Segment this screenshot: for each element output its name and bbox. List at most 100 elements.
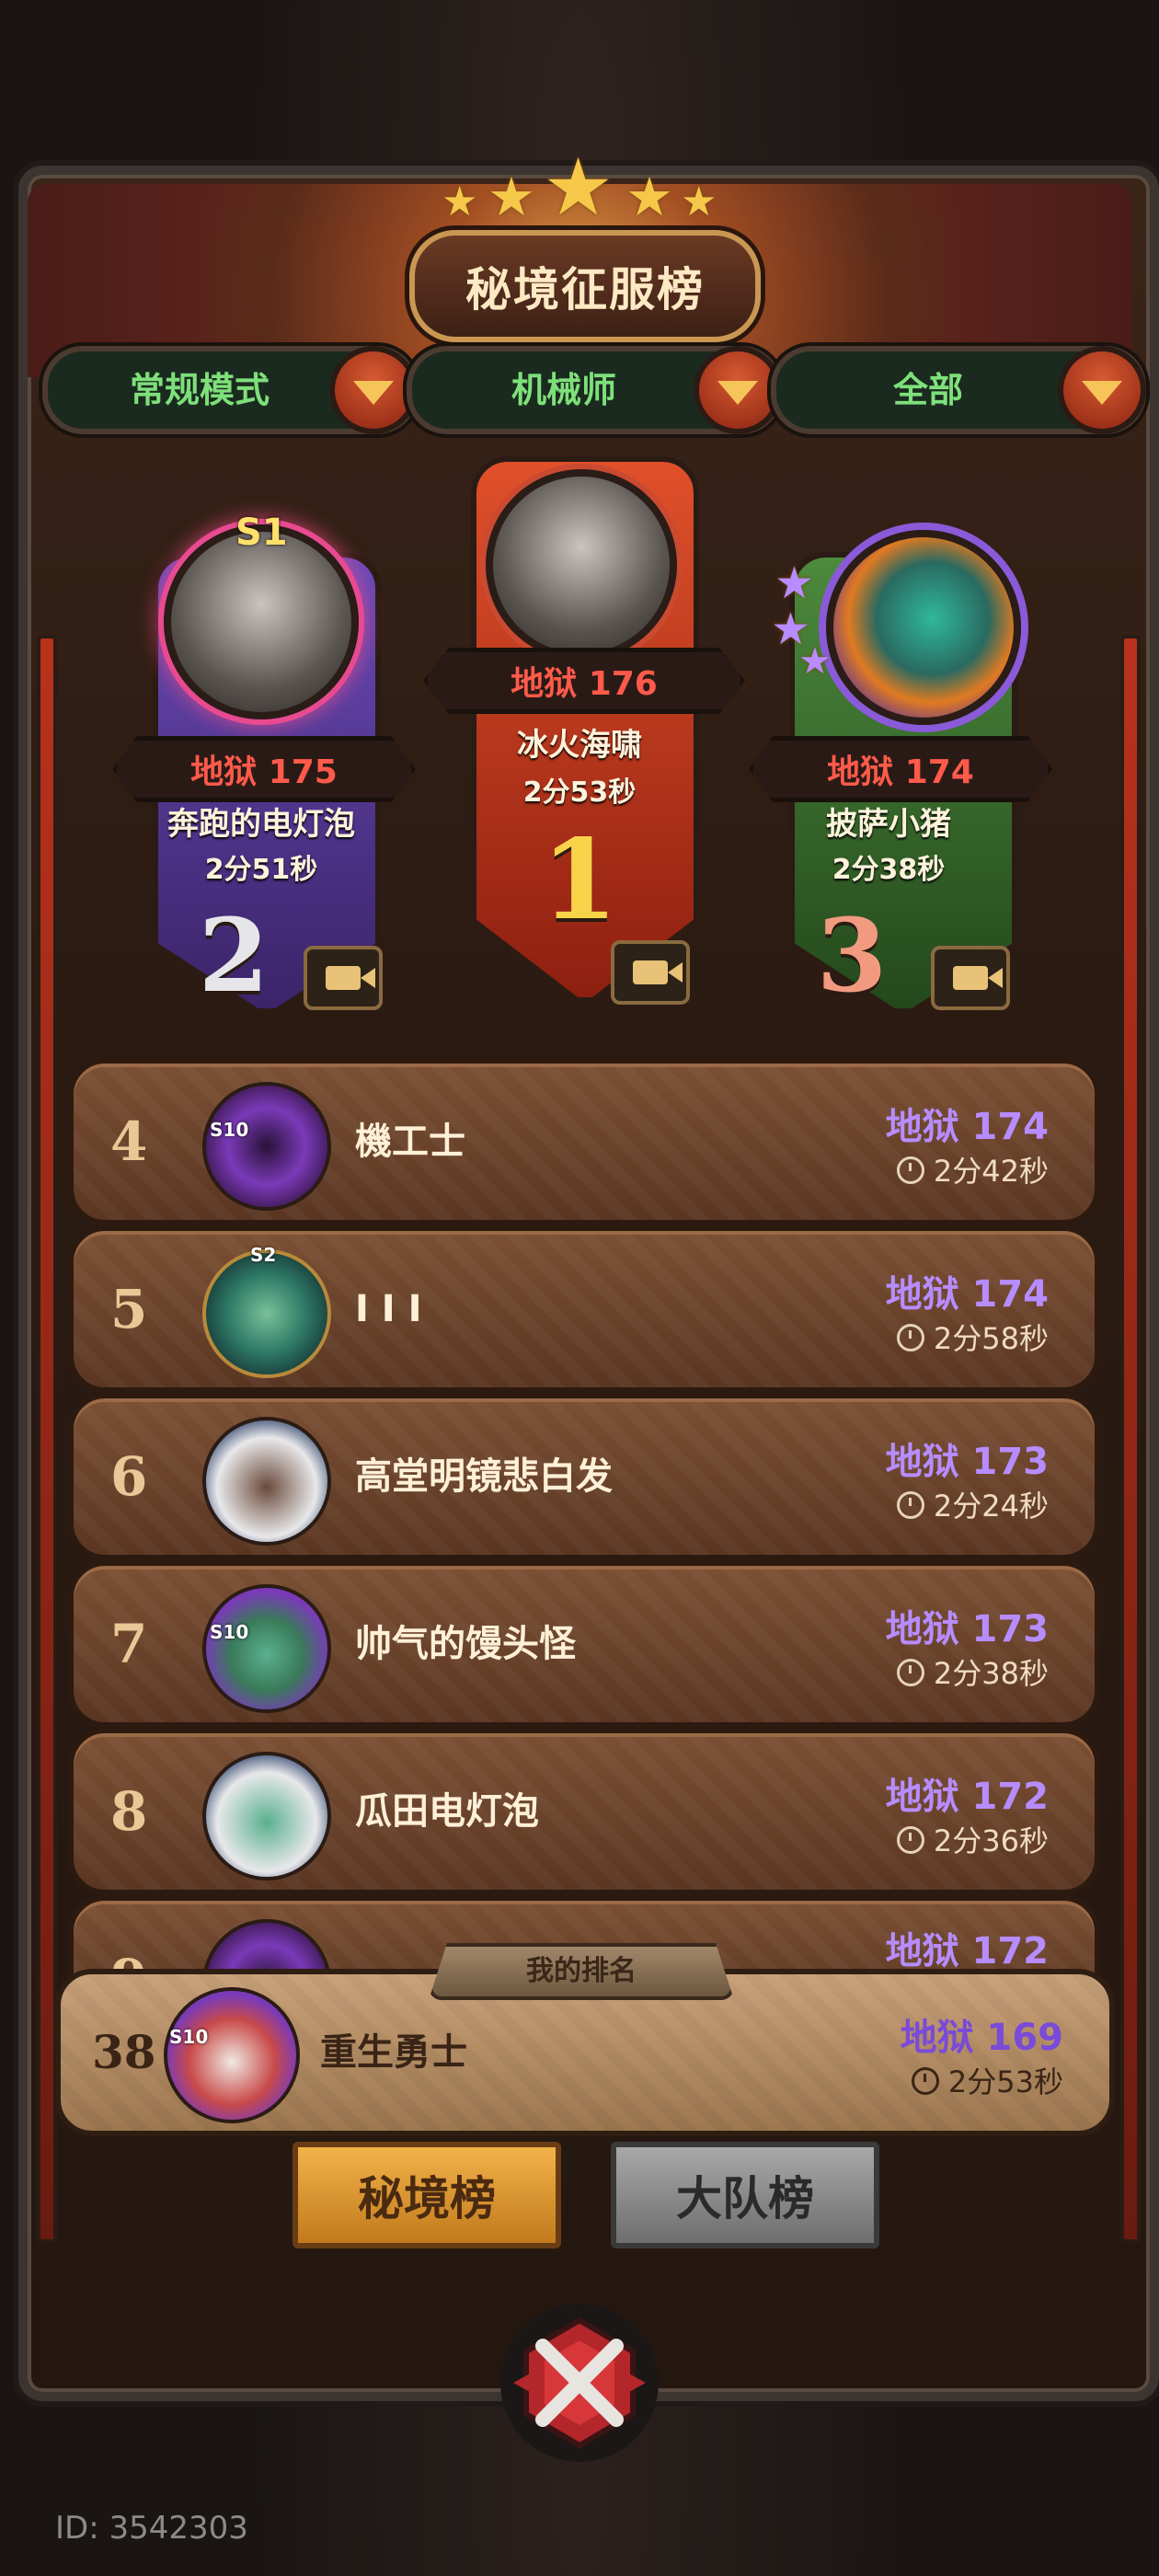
player-level: 地狱 172	[885, 1930, 1049, 1972]
player-time-wrapper: 2分38秒	[896, 1650, 1049, 1693]
player-name: 帅气的馒头怪	[355, 1623, 576, 1665]
replay-video-button[interactable]	[611, 940, 690, 1005]
leaderboard-row[interactable]: 5 S2 I I I 地狱 174 2分58秒	[68, 1225, 1100, 1393]
clock-icon	[896, 1324, 924, 1351]
player-time: 2分58秒	[933, 1321, 1049, 1356]
player-level: 地狱 172	[885, 1776, 1049, 1818]
close-button[interactable]	[497, 2300, 662, 2466]
player-avatar	[826, 530, 1021, 725]
scope-filter[interactable]: 全部	[771, 346, 1146, 434]
star-icon: ★	[543, 142, 614, 234]
clock-icon	[896, 1659, 924, 1686]
player-time: 2分38秒	[832, 854, 946, 886]
star-icon: ★	[488, 166, 535, 228]
player-time: 2分38秒	[933, 1656, 1049, 1691]
player-time-wrapper: 2分53秒	[911, 2059, 1063, 2101]
player-time: 2分53秒	[522, 776, 637, 809]
clock-icon	[896, 1491, 924, 1519]
row-rank: 4	[110, 1110, 148, 1173]
mode-filter-label: 常规模式	[129, 370, 270, 410]
player-time-wrapper: 2分58秒	[896, 1316, 1049, 1358]
podium-second[interactable]: S1 地狱 175 奔跑的电灯泡 2分51秒 2	[112, 512, 416, 1015]
rank-number: 3	[816, 896, 888, 1015]
player-time-wrapper: 2分24秒	[896, 1483, 1049, 1525]
player-time-wrapper: 2分36秒	[896, 1818, 1049, 1860]
player-level: 地狱 173	[885, 1608, 1049, 1650]
my-rank-label: 我的排名	[429, 1943, 734, 2000]
player-avatar	[164, 1987, 300, 2123]
chevron-down-icon	[1082, 381, 1122, 405]
clock-icon	[911, 2067, 939, 2095]
player-time: 2分42秒	[933, 1154, 1049, 1189]
clock-icon	[896, 1156, 924, 1184]
user-id: ID: 3542303	[55, 2510, 248, 2547]
video-camera-icon	[326, 966, 375, 990]
player-avatar	[202, 1249, 331, 1378]
season-badge: S2	[250, 1244, 277, 1266]
season-badge: S10	[210, 1621, 249, 1643]
player-avatar	[202, 1417, 331, 1546]
star-icon: ★	[775, 558, 815, 609]
star-icon: ★	[625, 166, 673, 228]
right-rail	[1120, 635, 1141, 2243]
dropdown-button[interactable]	[694, 346, 782, 434]
class-filter-label: 机械师	[511, 370, 616, 410]
leaderboard-row[interactable]: 4 S10 機工士 地狱 174 2分42秒	[68, 1058, 1100, 1225]
season-badge: S10	[169, 2026, 209, 2048]
player-name: 奔跑的电灯泡	[167, 806, 355, 843]
player-time: 2分36秒	[933, 1823, 1049, 1858]
rank-number: 1	[541, 815, 618, 945]
player-time: 2分24秒	[933, 1489, 1049, 1524]
player-avatar	[202, 1584, 331, 1713]
replay-video-button[interactable]	[931, 946, 1010, 1010]
stars-decoration: ★ ★ ★ ★ ★	[432, 142, 727, 234]
player-name: 冰火海啸	[517, 727, 642, 764]
row-rank: 7	[110, 1613, 148, 1675]
row-rank: 8	[110, 1780, 148, 1843]
tab-team[interactable]: 大队榜	[611, 2142, 879, 2248]
player-avatar	[486, 469, 677, 661]
level-plate: 地狱 175	[112, 736, 416, 802]
tab-secret-realm[interactable]: 秘境榜	[293, 2142, 561, 2248]
player-level: 地狱 169	[900, 2017, 1063, 2059]
level-plate: 地狱 174	[749, 736, 1052, 802]
class-filter[interactable]: 机械师	[407, 346, 782, 434]
my-rank-number: 38	[92, 2025, 156, 2079]
dropdown-button[interactable]	[329, 346, 418, 434]
player-name: I I I	[355, 1288, 422, 1330]
player-time: 2分51秒	[204, 854, 318, 886]
scope-filter-label: 全部	[892, 370, 963, 410]
player-name: 機工士	[355, 1121, 465, 1163]
video-camera-icon	[953, 966, 1003, 990]
player-avatar	[202, 1082, 331, 1211]
chevron-down-icon	[353, 381, 394, 405]
season-badge: S1	[235, 512, 288, 554]
close-icon	[500, 2304, 659, 2462]
player-name: 高堂明镜悲白发	[355, 1455, 613, 1498]
dropdown-button[interactable]	[1058, 346, 1146, 434]
star-icon: ★	[798, 640, 832, 683]
season-badge: S10	[210, 1119, 249, 1141]
chevron-down-icon	[717, 381, 758, 405]
row-rank: 6	[110, 1445, 148, 1508]
page-title: 秘境征服榜	[465, 263, 705, 316]
leaderboard-row[interactable]: 8 瓜田电灯泡 地狱 172 2分36秒	[68, 1728, 1100, 1895]
row-rank: 5	[110, 1278, 148, 1340]
podium-third[interactable]: ★ ★ ★ 地狱 174 披萨小猪 2分38秒 3	[749, 530, 1052, 1015]
player-level: 地狱 173	[885, 1441, 1049, 1483]
title-plate: 秘境征服榜	[409, 230, 761, 342]
mode-filter[interactable]: 常规模式	[42, 346, 418, 434]
star-icon: ★	[442, 178, 478, 225]
podium-first[interactable]: 地狱 176 冰火海啸 2分53秒 1	[423, 456, 745, 1005]
video-camera-icon	[633, 960, 683, 984]
clock-icon	[896, 1826, 924, 1854]
player-avatar	[202, 1752, 331, 1880]
leaderboard-row[interactable]: 7 S10 帅气的馒头怪 地狱 173 2分38秒	[68, 1560, 1100, 1728]
leaderboard-row[interactable]: 6 高堂明镜悲白发 地狱 173 2分24秒	[68, 1393, 1100, 1560]
left-rail	[37, 635, 57, 2243]
replay-video-button[interactable]	[304, 946, 383, 1010]
player-name: 瓜田电灯泡	[355, 1790, 539, 1833]
level-plate: 地狱 176	[423, 648, 745, 714]
player-level: 地狱 174	[885, 1106, 1049, 1148]
star-icon: ★	[681, 178, 717, 225]
